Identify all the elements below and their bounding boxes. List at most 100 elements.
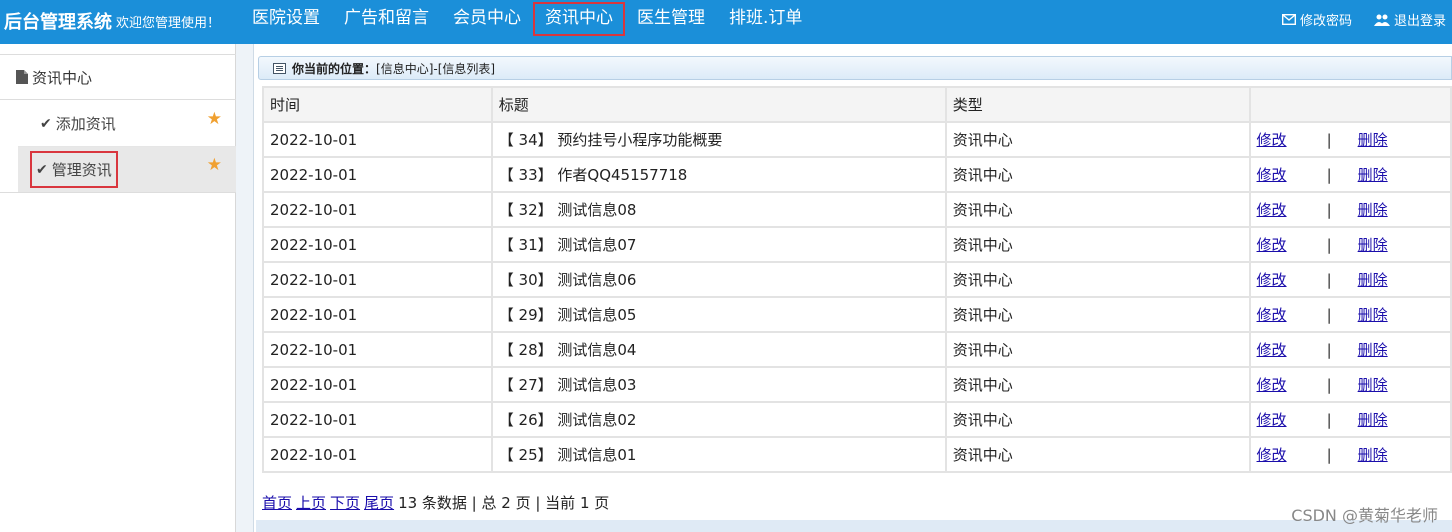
pager-first-link[interactable]: 首页 (262, 492, 292, 513)
cell-date: 2022-10-01 (264, 193, 491, 226)
sidebar-section-header[interactable]: 资讯中心 (0, 54, 236, 100)
edit-link[interactable]: 修改 (1257, 234, 1287, 255)
table-row: 2022-10-01 【 31】 测试信息07 资讯中心 修改 | 删除 (264, 228, 1450, 261)
change-password-link[interactable]: 修改密码 (1281, 10, 1352, 29)
cell-date: 2022-10-01 (264, 438, 491, 471)
delete-link[interactable]: 删除 (1358, 304, 1388, 325)
sidebar-item-add-news[interactable]: ✔ 添加资讯 ★ (18, 101, 236, 147)
cell-type: 资讯中心 (946, 123, 1249, 156)
delete-link[interactable]: 删除 (1358, 409, 1388, 430)
delete-link[interactable]: 删除 (1358, 444, 1388, 465)
sidebar-item-label: 添加资讯 (55, 115, 116, 133)
star-icon: ★ (206, 109, 222, 129)
edit-link[interactable]: 修改 (1257, 304, 1287, 325)
action-separator: | (1326, 305, 1332, 324)
table-row: 2022-10-01 【 33】 作者QQ45157718 资讯中心 修改 | 删除 (264, 158, 1450, 191)
cell-actions: 修改 | 删除 (1250, 438, 1450, 471)
pager-last-link[interactable]: 尾页 (364, 492, 394, 513)
cell-type: 资讯中心 (946, 193, 1249, 226)
delete-link[interactable]: 删除 (1358, 339, 1388, 360)
main-content: 你当前的位置： [信息中心]-[信息列表] 时间 标题 类型 2022-10-0… (256, 44, 1452, 532)
edit-link[interactable]: 修改 (1257, 164, 1287, 185)
cell-title: 【 31】 测试信息07 (492, 228, 945, 261)
change-password-label: 修改密码 (1299, 14, 1352, 29)
list-icon (273, 62, 286, 74)
cell-actions: 修改 | 删除 (1250, 193, 1450, 226)
cell-actions: 修改 | 删除 (1250, 333, 1450, 366)
cell-actions: 修改 | 删除 (1250, 368, 1450, 401)
edit-link[interactable]: 修改 (1257, 409, 1287, 430)
cell-date: 2022-10-01 (264, 333, 491, 366)
star-icon: ★ (206, 155, 222, 175)
edit-link[interactable]: 修改 (1257, 269, 1287, 290)
cell-date: 2022-10-01 (264, 263, 491, 296)
pager-prev-link[interactable]: 上页 (296, 492, 326, 513)
delete-link[interactable]: 删除 (1358, 199, 1388, 220)
sidebar-item-manage-news[interactable]: ✔ 管理资讯 ★ (18, 147, 236, 193)
nav-item-doctor-management[interactable]: 医生管理 (625, 0, 717, 36)
action-separator: | (1326, 200, 1332, 219)
cell-date: 2022-10-01 (264, 158, 491, 191)
pager-next-link[interactable]: 下页 (330, 492, 360, 513)
cell-title: 【 30】 测试信息06 (492, 263, 945, 296)
delete-link[interactable]: 删除 (1358, 129, 1388, 150)
users-icon (1373, 14, 1390, 26)
cell-type: 资讯中心 (946, 403, 1249, 436)
action-separator: | (1326, 130, 1332, 149)
cell-title: 【 29】 测试信息05 (492, 298, 945, 331)
sidebar-item-label: 管理资讯 (51, 161, 112, 179)
cell-type: 资讯中心 (946, 333, 1249, 366)
edit-link[interactable]: 修改 (1257, 199, 1287, 220)
edit-link[interactable]: 修改 (1257, 339, 1287, 360)
table-row: 2022-10-01 【 28】 测试信息04 资讯中心 修改 | 删除 (264, 333, 1450, 366)
edit-link[interactable]: 修改 (1257, 129, 1287, 150)
table-row: 2022-10-01 【 26】 测试信息02 资讯中心 修改 | 删除 (264, 403, 1450, 436)
table-header-row: 时间 标题 类型 (264, 88, 1450, 121)
welcome-text: 欢迎您管理使用！ (116, 16, 221, 31)
column-header-time: 时间 (264, 88, 491, 121)
cell-title: 【 32】 测试信息08 (492, 193, 945, 226)
nav-item-hospital-settings[interactable]: 医院设置 (240, 0, 332, 36)
pager-summary: 13 条数据 | 总 2 页 | 当前 1 页 (398, 494, 610, 512)
delete-link[interactable]: 删除 (1358, 374, 1388, 395)
envelope-icon (1281, 14, 1296, 25)
edit-link[interactable]: 修改 (1257, 374, 1287, 395)
cell-actions: 修改 | 删除 (1250, 228, 1450, 261)
top-navigation-bar: 后台管理系统 欢迎您管理使用！ 医院设置 广告和留言 会员中心 资讯中心 医生管… (0, 0, 1452, 44)
breadcrumb-prefix: 你当前的位置： (292, 61, 377, 76)
logout-link[interactable]: 退出登录 (1373, 10, 1446, 29)
check-icon: ✔ (40, 115, 52, 132)
cell-title: 【 25】 测试信息01 (492, 438, 945, 471)
cell-title: 【 28】 测试信息04 (492, 333, 945, 366)
logout-label: 退出登录 (1393, 14, 1446, 29)
nav-item-member-center[interactable]: 会员中心 (441, 0, 533, 36)
sidebar: 资讯中心 ✔ 添加资讯 ★ ✔ 管理资讯 ★ (0, 44, 236, 532)
check-icon: ✔ (36, 161, 48, 178)
sidebar-splitter[interactable] (236, 44, 254, 532)
table-row: 2022-10-01 【 34】 预约挂号小程序功能概要 资讯中心 修改 | 删除 (264, 123, 1450, 156)
cell-actions: 修改 | 删除 (1250, 403, 1450, 436)
sidebar-section-title: 资讯中心 (32, 68, 93, 87)
column-header-actions (1250, 88, 1450, 121)
edit-link[interactable]: 修改 (1257, 444, 1287, 465)
cell-title: 【 27】 测试信息03 (492, 368, 945, 401)
cell-date: 2022-10-01 (264, 403, 491, 436)
watermark: CSDN @黄菊华老师 (1291, 506, 1438, 525)
cell-title: 【 26】 测试信息02 (492, 403, 945, 436)
cell-date: 2022-10-01 (264, 123, 491, 156)
nav-item-news-center[interactable]: 资讯中心 (533, 2, 625, 36)
cell-title: 【 34】 预约挂号小程序功能概要 (492, 123, 945, 156)
delete-link[interactable]: 删除 (1358, 234, 1388, 255)
action-separator: | (1326, 375, 1332, 394)
cell-type: 资讯中心 (946, 263, 1249, 296)
column-header-type: 类型 (946, 88, 1249, 121)
action-separator: | (1326, 340, 1332, 359)
delete-link[interactable]: 删除 (1358, 164, 1388, 185)
table-row: 2022-10-01 【 29】 测试信息05 资讯中心 修改 | 删除 (264, 298, 1450, 331)
cell-actions: 修改 | 删除 (1250, 158, 1450, 191)
nav-item-schedule-orders[interactable]: 排班.订单 (717, 0, 814, 36)
nav-item-ads-messages[interactable]: 广告和留言 (332, 0, 441, 36)
cell-type: 资讯中心 (946, 368, 1249, 401)
action-separator: | (1326, 410, 1332, 429)
delete-link[interactable]: 删除 (1358, 269, 1388, 290)
